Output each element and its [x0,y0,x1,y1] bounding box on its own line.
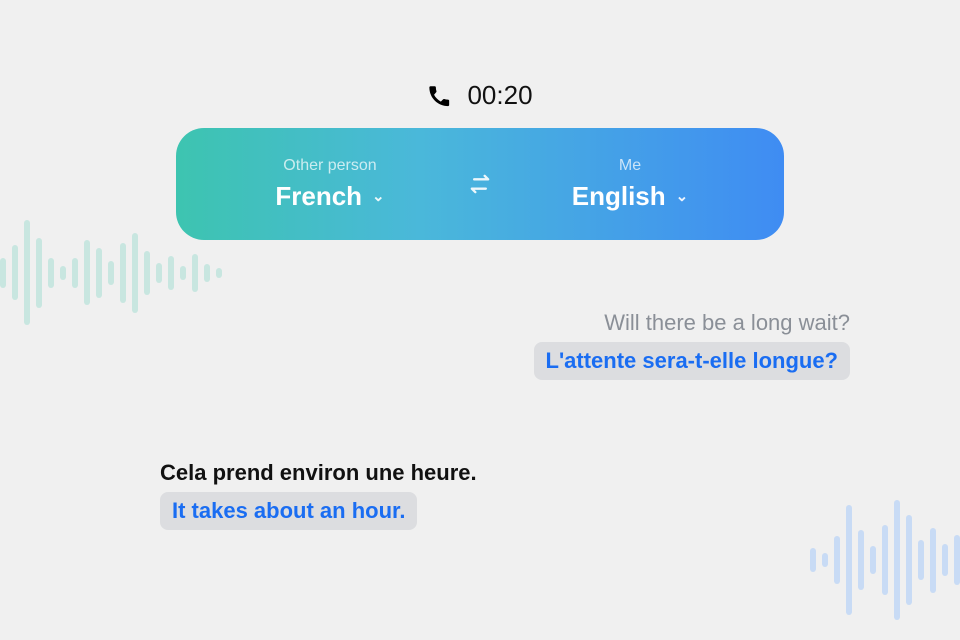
call-duration: 00:20 [467,80,532,111]
other-person-column: Other person French ⌄ [204,157,456,212]
other-person-role-label: Other person [283,157,376,175]
other-language-value: French [275,181,362,212]
phone-icon [427,84,451,108]
message-me: Will there be a long wait? L'attente ser… [534,310,851,380]
message-other: Cela prend environ une heure. It takes a… [160,460,477,530]
me-language-value: English [572,181,666,212]
message-other-original: Cela prend environ une heure. [160,460,477,486]
message-other-translated: It takes about an hour. [160,492,417,530]
call-timer: 00:20 [427,80,532,111]
me-language-select[interactable]: English ⌄ [572,181,688,212]
chevron-down-icon: ⌄ [372,187,385,205]
language-bar: Other person French ⌄ Me English ⌄ [176,128,784,240]
me-column: Me English ⌄ [504,157,756,212]
waveform-decoration-left [0,220,222,325]
other-language-select[interactable]: French ⌄ [275,181,384,212]
swap-languages-button[interactable] [456,170,504,198]
chevron-down-icon: ⌄ [676,187,689,205]
me-role-label: Me [619,157,641,175]
message-me-original: Will there be a long wait? [534,310,851,336]
waveform-decoration-right [810,500,960,620]
message-me-translated: L'attente sera-t-elle longue? [534,342,851,380]
